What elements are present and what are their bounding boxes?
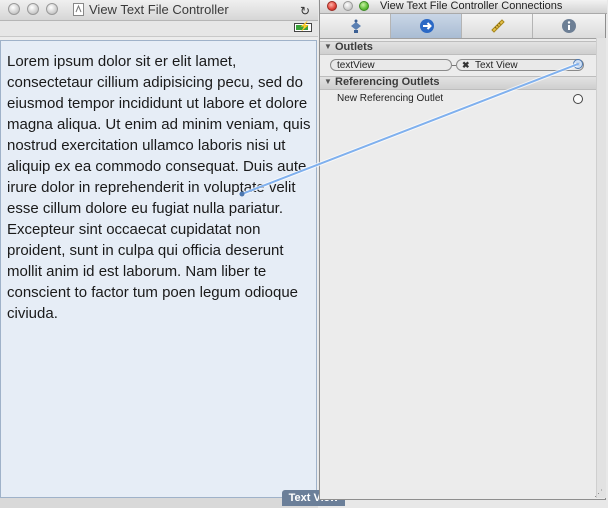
disclosure-triangle-icon[interactable]: ▼ [324,77,332,86]
attributes-icon [351,19,361,33]
outlet-target-label: Text View [475,60,518,71]
resize-grip-icon[interactable]: ⋰ [594,488,603,499]
minimize-button[interactable] [343,1,353,11]
window-titlebar[interactable]: View Text File Controller ↻ [0,0,318,21]
connection-dot-icon[interactable] [573,59,583,69]
zoom-button[interactable] [46,3,58,15]
inspector-scrollbar[interactable] [596,38,606,498]
connection-circle-icon[interactable] [573,94,583,104]
new-referencing-outlet-label: New Referencing Outlet [337,93,444,104]
inspector-title: View Text File Controller Connections [380,0,563,12]
rotate-icon[interactable]: ↻ [300,4,310,18]
status-bar: ⚡ [0,21,318,37]
text-controller-window: View Text File Controller ↻ ⚡ Lorem ipsu… [0,0,318,508]
tab-size[interactable] [462,14,533,38]
outlet-row: textView ✖ Text View [320,56,605,73]
referencing-outlet-row: New Referencing Outlet [320,91,605,107]
text-view-content: Lorem ipsum dolor sit er elit lamet, con… [7,53,311,322]
info-icon [562,19,576,33]
tab-connections[interactable] [391,14,462,38]
inspector-titlebar[interactable]: View Text File Controller Connections [320,0,607,14]
window-title: View Text File Controller [89,2,229,17]
ruler-icon [491,19,505,33]
tab-identity[interactable] [533,14,604,38]
close-button[interactable] [327,1,337,11]
disconnect-icon[interactable]: ✖ [462,60,470,71]
document-icon [73,3,84,16]
disclosure-triangle-icon[interactable]: ▼ [324,42,332,51]
outlet-name: textView [330,59,452,71]
outlets-section-header[interactable]: ▼ Outlets [320,41,605,55]
zoom-button[interactable] [359,1,369,11]
tab-attributes[interactable] [320,14,391,38]
connections-icon [420,19,434,33]
battery-icon: ⚡ [294,21,312,32]
connections-inspector: View Text File Controller Connections ▼ … [319,0,607,500]
window-bottom-bar [0,498,318,508]
close-button[interactable] [8,3,20,15]
referencing-outlets-section-header[interactable]: ▼ Referencing Outlets [320,76,605,90]
text-view[interactable]: Lorem ipsum dolor sit er elit lamet, con… [0,40,317,498]
inspector-tabs [320,14,605,39]
outlet-target[interactable]: ✖ Text View [456,59,584,71]
minimize-button[interactable] [27,3,39,15]
